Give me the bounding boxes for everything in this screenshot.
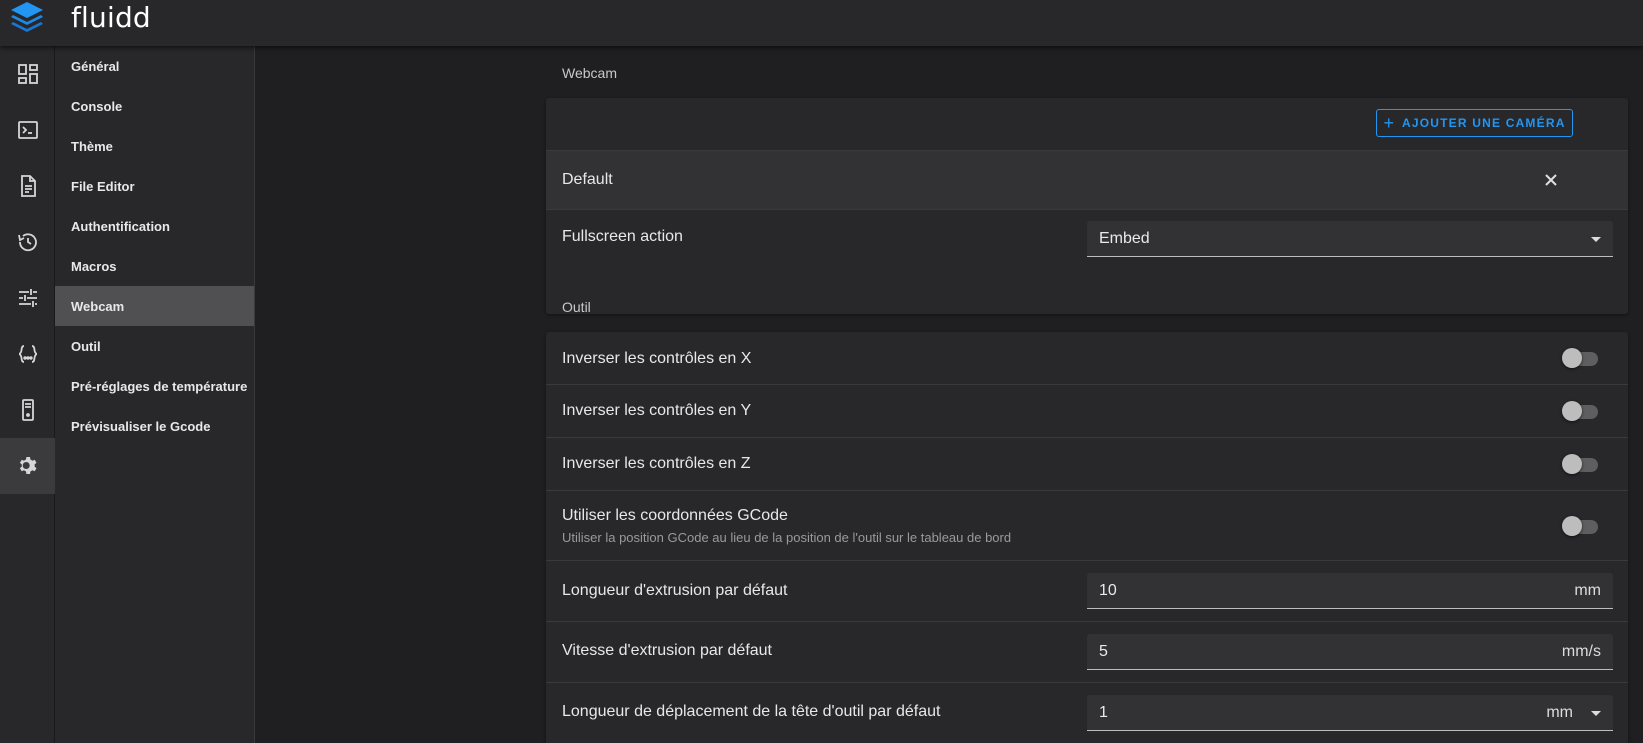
webcam-section-title: Webcam [562,65,617,81]
chevron-down-icon [1591,237,1601,242]
invert-z-toggle[interactable] [1562,453,1600,475]
toggle-thumb [1562,401,1582,421]
rail-tune-button[interactable] [0,270,55,326]
invert-z-row: Inverser les contrôles en Z [546,438,1628,491]
gcode-coords-toggle[interactable] [1562,515,1600,537]
app-bar: fluidd [0,0,1643,46]
history-icon [17,233,37,252]
extrude-length-label: Longueur d'extrusion par défaut [562,582,788,599]
gear-icon [19,457,36,474]
rail-history-button[interactable] [0,214,55,270]
remove-camera-button[interactable] [1539,168,1563,192]
settings-nav: Général Console Thème File Editor Authen… [55,46,255,743]
gcode-coords-row: Utiliser les coordonnées GCode Utiliser … [546,491,1628,561]
rail-macros-button[interactable] [0,326,55,382]
invert-x-toggle[interactable] [1562,347,1600,369]
settings-nav-file-editor[interactable]: File Editor [55,166,254,206]
rail-settings-button[interactable] [0,438,55,494]
rail-dashboard-button[interactable] [0,46,55,102]
extrude-length-row: Longueur d'extrusion par défaut 10 mm [546,561,1628,622]
toggle-thumb [1562,454,1582,474]
extrude-speed-value: 5 [1099,643,1108,660]
move-distance-value: 1 [1099,704,1108,721]
add-camera-button[interactable]: + AJOUTER UNE CAMÉRA [1376,109,1573,137]
gcode-coords-label: Utiliser les coordonnées GCode [562,507,788,524]
toggle-thumb [1562,348,1582,368]
webcam-toolbar: + AJOUTER UNE CAMÉRA [546,98,1628,151]
settings-nav-macros[interactable]: Macros [55,246,254,286]
extrude-speed-input[interactable]: 5 mm/s [1087,634,1613,670]
webcam-card: + AJOUTER UNE CAMÉRA Default Fullscreen … [546,98,1628,314]
settings-nav-gcode-preview[interactable]: Prévisualiser le Gcode [55,406,254,446]
tool-section-title: Outil [562,299,591,315]
fullscreen-action-label: Fullscreen action [562,228,683,245]
navigation-rail [0,46,55,743]
move-distance-unit: mm [1546,704,1573,721]
dashboard-icon [17,64,38,84]
invert-y-row: Inverser les contrôles en Y [546,385,1628,438]
tool-card: Inverser les contrôles en X Inverser les… [546,332,1628,743]
close-icon [1545,174,1557,186]
settings-nav-authentication[interactable]: Authentification [55,206,254,246]
fullscreen-action-select[interactable]: Embed [1087,221,1613,257]
invert-x-row: Inverser les contrôles en X [546,332,1628,385]
extrude-speed-label: Vitesse d'extrusion par défaut [562,642,772,659]
extrude-length-input[interactable]: 10 mm [1087,573,1613,609]
fluidd-logo-icon[interactable] [9,0,45,36]
add-camera-label: AJOUTER UNE CAMÉRA [1401,116,1566,130]
extrude-speed-row: Vitesse d'extrusion par défaut 5 mm/s [546,622,1628,683]
app-title: fluidd [71,1,151,34]
toggle-thumb [1562,516,1582,536]
extrude-length-value: 10 [1099,582,1117,599]
rail-files-button[interactable] [0,158,55,214]
settings-nav-console[interactable]: Console [55,86,254,126]
tune-icon [18,289,37,307]
settings-nav-theme[interactable]: Thème [55,126,254,166]
fullscreen-action-value: Embed [1099,230,1150,247]
rail-console-button[interactable] [0,102,55,158]
move-distance-label: Longueur de déplacement de la tête d'out… [562,703,941,720]
chevron-down-icon[interactable] [1591,711,1601,716]
move-distance-input[interactable]: 1 mm [1087,695,1613,731]
plus-icon: + [1383,113,1394,133]
invert-y-toggle[interactable] [1562,400,1600,422]
extrude-length-unit: mm [1574,582,1601,599]
console-icon [17,121,38,139]
settings-nav-webcam[interactable]: Webcam [55,286,254,326]
camera-header-row[interactable]: Default [546,151,1628,210]
invert-z-label: Inverser les contrôles en Z [562,455,751,472]
move-distance-row: Longueur de déplacement de la tête d'out… [546,683,1628,743]
settings-nav-tool[interactable]: Outil [55,326,254,366]
settings-nav-temperature-presets[interactable]: Pré-réglages de température [55,366,254,406]
file-icon [20,175,36,197]
code-braces-icon [18,345,37,363]
rail-printer-button[interactable] [0,382,55,438]
invert-x-label: Inverser les contrôles en X [562,350,752,367]
printer-icon [21,399,34,421]
settings-content: Webcam + AJOUTER UNE CAMÉRA Default Full… [255,46,1643,743]
invert-y-label: Inverser les contrôles en Y [562,402,752,419]
extrude-speed-unit: mm/s [1561,643,1601,660]
fullscreen-action-row: Fullscreen action Embed [546,210,1628,268]
settings-nav-general[interactable]: Général [55,46,254,86]
gcode-coords-description: Utiliser la position GCode au lieu de la… [562,530,1012,545]
camera-name: Default [562,171,613,188]
